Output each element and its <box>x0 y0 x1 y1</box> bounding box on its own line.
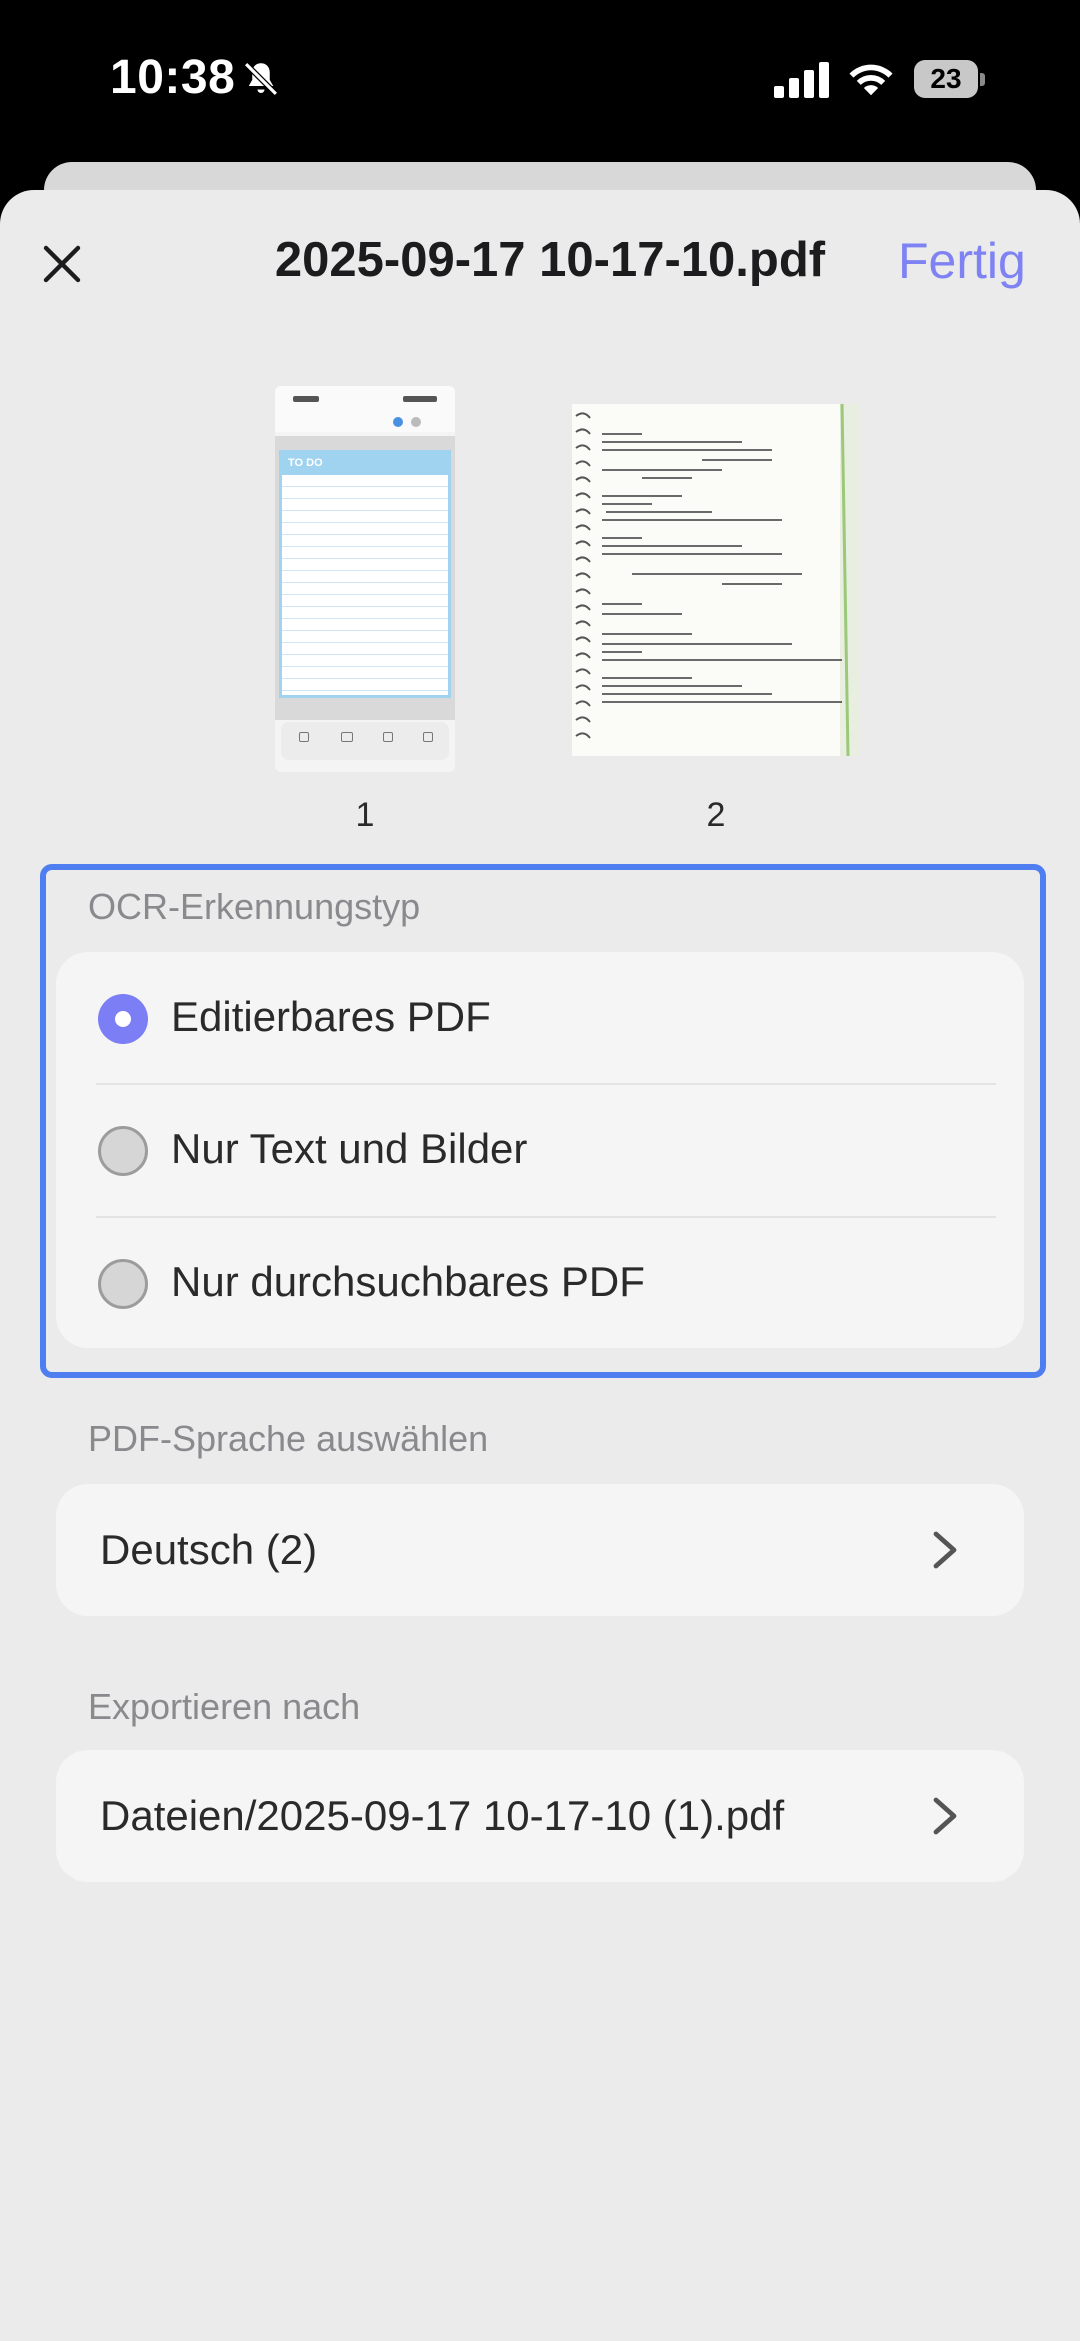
chevron-right-icon <box>933 1531 957 1569</box>
radio-selected-icon[interactable] <box>98 994 148 1044</box>
pdf-language-label: PDF-Sprache auswählen <box>88 1418 489 1459</box>
page-number-2: 2 <box>706 796 726 834</box>
page-title: 2025-09-17 10-17-10.pdf <box>274 233 826 287</box>
close-icon[interactable] <box>38 240 86 288</box>
ocr-options-card: Editierbares PDF Nur Text und Bilder Nur… <box>56 952 1024 1348</box>
battery-level: 23 <box>930 63 962 94</box>
pdf-language-value: Deutsch (2) <box>100 1526 318 1573</box>
notebook-page-image <box>572 404 860 756</box>
option-label: Editierbares PDF <box>171 993 491 1040</box>
ocr-option-editable-pdf[interactable]: Editierbares PDF <box>56 952 1024 1084</box>
ocr-type-label: OCR-Erkennungstyp <box>88 886 421 927</box>
export-destination-value: Dateien/2025-09-17 10-17-10 (1).pdf <box>100 1792 785 1839</box>
done-button[interactable]: Fertig <box>898 232 1026 290</box>
pdf-language-row[interactable]: Deutsch (2) <box>56 1484 1024 1616</box>
thumb-bottom-bar <box>281 722 449 760</box>
status-time: 10:38 <box>110 51 236 104</box>
radio-unselected-icon[interactable] <box>98 1126 148 1176</box>
thumb-toolbar <box>275 408 455 436</box>
status-bar: 10:38 23 <box>0 0 1080 160</box>
wifi-icon <box>849 64 893 96</box>
export-to-label: Exportieren nach <box>88 1686 361 1727</box>
page-number-1: 1 <box>355 796 375 834</box>
export-destination-row[interactable]: Dateien/2025-09-17 10-17-10 (1).pdf <box>56 1750 1024 1882</box>
thumb-todo-card: TO DO <box>279 450 451 698</box>
option-label: Nur durchsuchbares PDF <box>171 1258 645 1305</box>
page-thumbnail-1[interactable]: TO DO <box>275 386 455 772</box>
ocr-option-text-and-images[interactable]: Nur Text und Bilder <box>56 1084 1024 1216</box>
bell-slash-icon <box>244 62 278 96</box>
page-thumbnail-2[interactable] <box>572 404 860 756</box>
chevron-right-icon <box>933 1797 957 1835</box>
ocr-option-searchable-pdf[interactable]: Nur durchsuchbares PDF <box>56 1217 1024 1349</box>
thumb-heading: TO DO <box>288 457 323 469</box>
battery-icon: 23 <box>914 60 985 98</box>
cellular-signal-icon <box>774 62 829 98</box>
option-label: Nur Text und Bilder <box>171 1125 528 1172</box>
radio-unselected-icon[interactable] <box>98 1259 148 1309</box>
